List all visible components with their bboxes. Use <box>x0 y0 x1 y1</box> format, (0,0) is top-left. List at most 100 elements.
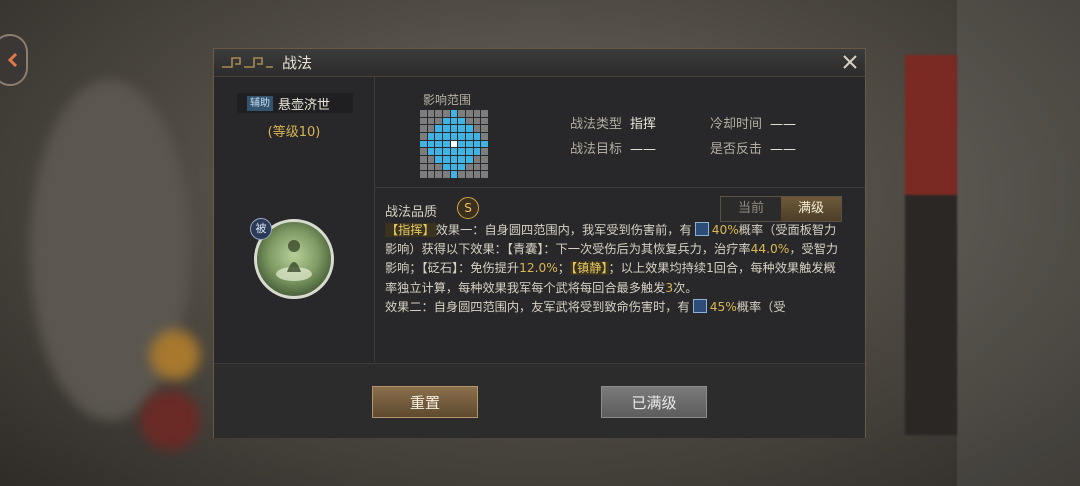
back-button[interactable] <box>0 34 28 86</box>
range-cell <box>465 163 473 171</box>
range-cell <box>427 117 435 125</box>
range-cell-affected <box>442 163 450 171</box>
damage-reduction: 12.0% <box>519 261 558 276</box>
desc-text: 次。 <box>673 280 698 295</box>
range-cell <box>473 110 481 117</box>
range-cell-affected <box>450 110 458 117</box>
skill-name-badge: 辅助 悬壶济世 <box>237 93 353 113</box>
background-decoration <box>150 330 200 380</box>
range-cell-affected <box>427 140 435 148</box>
skill-type-value: 指挥 <box>630 117 657 132</box>
range-cell-affected <box>458 163 465 171</box>
skill-target-info: 战法目标 —— <box>570 138 656 157</box>
range-cell-affected <box>481 140 488 148</box>
close-button[interactable] <box>839 51 861 73</box>
skill-type-info: 战法类型 指挥 <box>570 113 656 132</box>
range-cell <box>427 155 435 163</box>
range-cell-affected <box>435 155 442 163</box>
skill-dialog: 战法 辅助 悬壶济世 (等级10) 被 影响范围 战法类型 指挥 战法目标 —— 冷… <box>213 48 866 438</box>
range-cell-affected <box>450 125 458 132</box>
range-cell-affected <box>435 125 442 132</box>
counter-value: —— <box>770 142 797 157</box>
range-cell-affected <box>458 140 465 148</box>
desc-text: 效果二：自身圆四范围内，友军武将受到致命伤害时，有 <box>385 299 690 314</box>
range-cell-affected <box>450 117 458 125</box>
close-icon <box>843 55 857 69</box>
range-cell-affected <box>458 155 465 163</box>
range-cell-affected <box>435 140 442 148</box>
range-cell <box>420 148 427 155</box>
range-cell-affected <box>427 132 435 140</box>
range-cell <box>473 125 481 132</box>
calm-tag: 【镇静】 <box>569 261 609 276</box>
range-cell <box>481 117 488 125</box>
quality-label: 战法品质 <box>385 205 438 220</box>
range-cell <box>481 148 488 155</box>
skill-name: 悬壶济世 <box>278 97 331 113</box>
skill-type-tag: 辅助 <box>247 95 273 111</box>
maxed-button[interactable]: 已满级 <box>601 386 707 418</box>
dialog-title: 战法 <box>282 54 313 72</box>
range-cell-affected <box>442 140 450 148</box>
range-cell <box>458 171 465 178</box>
range-cell-affected <box>465 132 473 140</box>
cooldown-info: 冷却时间 —— <box>710 113 796 132</box>
range-cell <box>442 110 450 117</box>
skill-target-value: —— <box>630 142 657 157</box>
probability-icon <box>692 298 707 313</box>
desc-text: ； <box>557 261 570 276</box>
range-cell <box>458 110 465 117</box>
range-cell-affected <box>435 148 442 155</box>
range-cell-affected <box>465 140 473 148</box>
range-cell-affected <box>473 148 481 155</box>
range-cell-affected <box>450 155 458 163</box>
back-icon <box>7 52 18 68</box>
range-cell <box>481 155 488 163</box>
range-cell-affected <box>420 140 427 148</box>
trigger-probability: 45% <box>709 299 737 314</box>
level-tabs: 当前 满级 <box>720 196 842 222</box>
counter-info: 是否反击 —— <box>710 138 796 157</box>
tab-current[interactable]: 当前 <box>721 197 781 221</box>
range-cell <box>473 163 481 171</box>
range-cell <box>473 155 481 163</box>
range-cell-affected <box>458 125 465 132</box>
range-cell <box>481 171 488 178</box>
range-cell-affected <box>442 132 450 140</box>
background-side-panel <box>905 55 957 435</box>
range-cell-affected <box>458 132 465 140</box>
range-cell-affected <box>450 171 458 178</box>
range-cell-affected <box>473 132 481 140</box>
dialog-header: 战法 <box>214 49 865 77</box>
background-decoration <box>140 390 200 450</box>
desc-text: 效果一：自身圆四范围内，我军受到伤害前，有 <box>435 223 692 237</box>
range-cell <box>465 171 473 178</box>
range-cell <box>427 163 435 171</box>
range-cell-affected <box>473 140 481 148</box>
range-cell <box>435 163 442 171</box>
tab-max-level[interactable]: 满级 <box>781 197 841 221</box>
probability-icon <box>694 222 709 236</box>
range-cell <box>442 171 450 178</box>
counter-label: 是否反击 <box>710 142 763 157</box>
dialog-footer: 重置 已满级 <box>214 363 865 438</box>
range-cell-affected <box>458 148 465 155</box>
range-cell <box>435 171 442 178</box>
reset-button[interactable]: 重置 <box>372 386 478 418</box>
range-cell-self <box>450 140 458 148</box>
range-cell <box>427 110 435 117</box>
range-cell <box>465 110 473 117</box>
range-cell <box>435 110 442 117</box>
range-cell <box>435 117 442 125</box>
background-scene <box>957 0 1080 486</box>
command-tag: 【指挥】 <box>385 223 436 237</box>
divider <box>375 187 865 188</box>
skill-target-label: 战法目标 <box>570 142 623 157</box>
range-grid <box>420 110 488 178</box>
range-cell-affected <box>442 148 450 155</box>
cooldown-label: 冷却时间 <box>710 117 763 132</box>
range-cell-affected <box>458 117 465 125</box>
cooldown-value: —— <box>770 117 797 132</box>
trigger-times: 3 <box>665 280 674 295</box>
skill-description[interactable]: 【指挥】效果一：自身圆四范围内，我军受到伤害前，有 40%概率（受面板智力影响）获… <box>385 221 845 333</box>
